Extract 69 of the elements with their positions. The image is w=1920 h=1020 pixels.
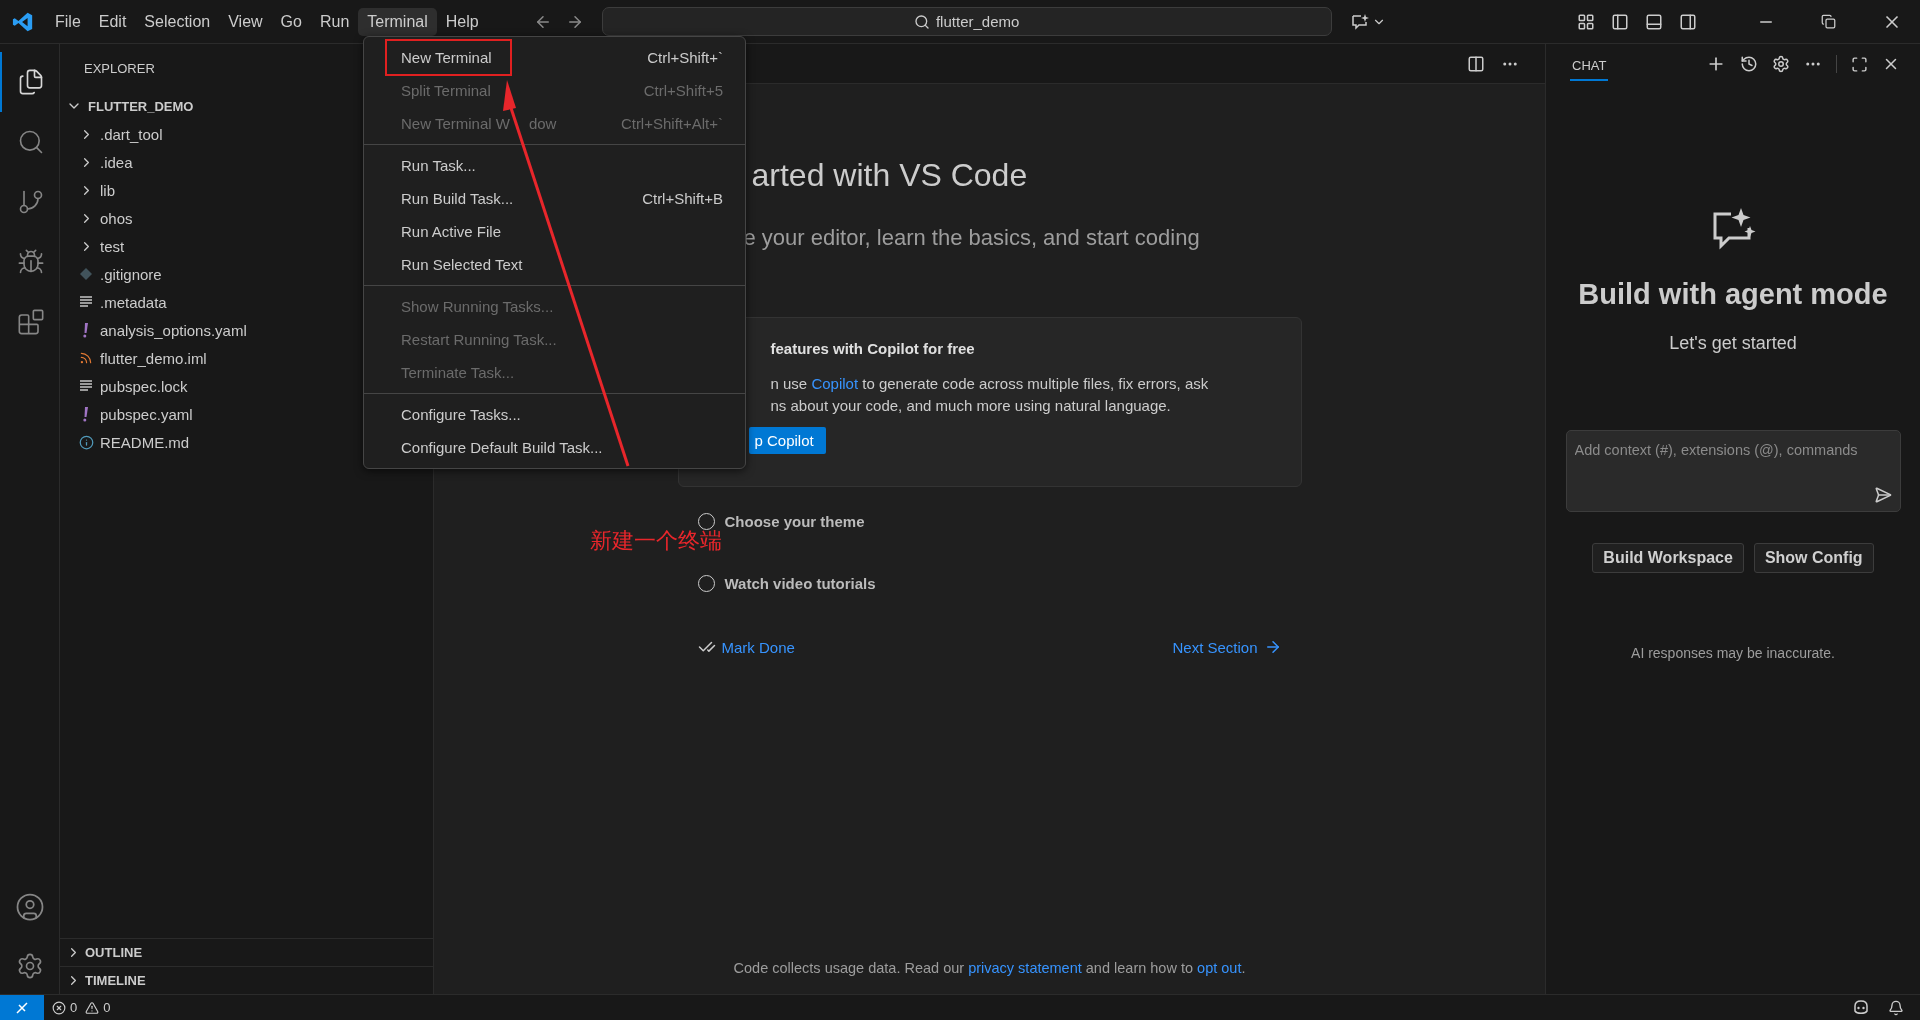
menu-item[interactable]: Configure Tasks... [364, 398, 745, 431]
section-header[interactable]: OUTLINE [60, 938, 433, 966]
next-section-link[interactable]: Next Section [1172, 638, 1282, 656]
remote-icon [15, 1000, 29, 1015]
search-icon [913, 13, 930, 30]
card-description: n use Copilot to generate code across multiple files, fix errors, ask ns about your code, and much more using natural language. [770, 374, 1210, 416]
sidebar-title: EXPLORER [84, 59, 155, 78]
settings-icon[interactable] [1772, 55, 1790, 73]
panel-bottom-icon[interactable] [1645, 12, 1663, 31]
chat-tab[interactable]: CHAT [1570, 47, 1609, 81]
send-icon[interactable] [1873, 486, 1892, 504]
menu-item[interactable]: Terminal [358, 7, 437, 36]
history-icon[interactable] [1740, 55, 1758, 73]
maximize-icon[interactable] [1851, 55, 1868, 73]
opt-out-link[interactable]: opt out [1197, 960, 1242, 976]
lines-icon [79, 295, 93, 309]
shortcut-label: Ctrl+Shift+` [647, 49, 723, 66]
suggestion-button[interactable]: Show Config [1753, 543, 1874, 573]
suggestion-button[interactable]: Build Workspace [1592, 543, 1744, 573]
menu-item[interactable]: Selection [135, 7, 220, 36]
telemetry-notice: Code collects usage data. Read our privacy statement and learn how to opt out. [733, 960, 1246, 978]
shortcut-label: Ctrl+Shift+Alt+` [620, 115, 723, 132]
chat-sparkle-icon[interactable] [1349, 12, 1370, 31]
chat-subheading: Let's get started [1669, 333, 1797, 354]
diamond-icon [79, 267, 93, 281]
split-editor-icon[interactable] [1467, 54, 1485, 73]
info-icon [78, 434, 94, 450]
privacy-link[interactable]: privacy statement [968, 960, 1082, 976]
blocks-icon [16, 308, 45, 336]
lines-icon [79, 379, 93, 393]
menu-item[interactable]: Go [271, 7, 311, 36]
chat-input[interactable]: Add context (#), extensions (@), commands [1574, 438, 1892, 462]
rss-icon [79, 351, 93, 365]
welcome-title: arted with VS Code [751, 157, 1029, 195]
menu-item[interactable]: Run Task... [364, 149, 745, 182]
copilot-link[interactable]: Copilot [811, 375, 859, 392]
menu-item[interactable]: Run Active File [364, 215, 745, 248]
layout-icon[interactable] [1577, 12, 1595, 31]
warning-icon [85, 1000, 100, 1015]
menu-item[interactable]: Run Build Task... Ctrl+Shift+B [364, 182, 745, 215]
panel-left-icon[interactable] [1611, 12, 1629, 31]
menu-item[interactable]: Edit [89, 7, 136, 36]
annotation-text: 新建一个终端 [590, 527, 722, 555]
menu-item[interactable]: Run [310, 7, 359, 36]
account-icon[interactable] [14, 892, 45, 922]
shortcut-label: Ctrl+Shift+B [642, 190, 723, 207]
step-label[interactable]: Choose your theme [724, 513, 865, 530]
command-center[interactable]: flutter_demo [601, 7, 1332, 36]
menu-item[interactable]: New Terminal Ctrl+Shift+` [364, 41, 745, 74]
problems-button[interactable]: 0 0 [52, 1000, 111, 1015]
disclaimer-text: AI responses may be inaccurate. [1631, 645, 1835, 661]
setup-copilot-button[interactable]: p Copilot [748, 427, 826, 454]
chat-heading: Build with agent mode [1578, 278, 1888, 311]
menu-item[interactable]: Configure Default Build Task... [364, 431, 745, 464]
shortcut-label: Ctrl+Shift+5 [643, 82, 723, 99]
menu-item[interactable]: File [46, 7, 90, 36]
menu-item[interactable]: Run Selected Text [364, 248, 745, 281]
bug-icon [16, 248, 45, 276]
card-title: features with Copilot for free [770, 340, 976, 357]
menu-item[interactable]: Help [436, 7, 488, 36]
notifications-icon[interactable] [1888, 999, 1904, 1016]
mark-done-link[interactable]: Mark Done [697, 638, 795, 656]
panel-right-icon[interactable] [1679, 12, 1697, 31]
error-icon [52, 1000, 66, 1015]
chat-box[interactable]: Add context (#), extensions (@), commands [1565, 430, 1901, 512]
restore-icon[interactable] [1821, 14, 1836, 29]
app-logo-icon [12, 10, 34, 33]
step-label[interactable]: Watch video tutorials [724, 575, 876, 592]
menu-item[interactable]: View [219, 7, 272, 36]
